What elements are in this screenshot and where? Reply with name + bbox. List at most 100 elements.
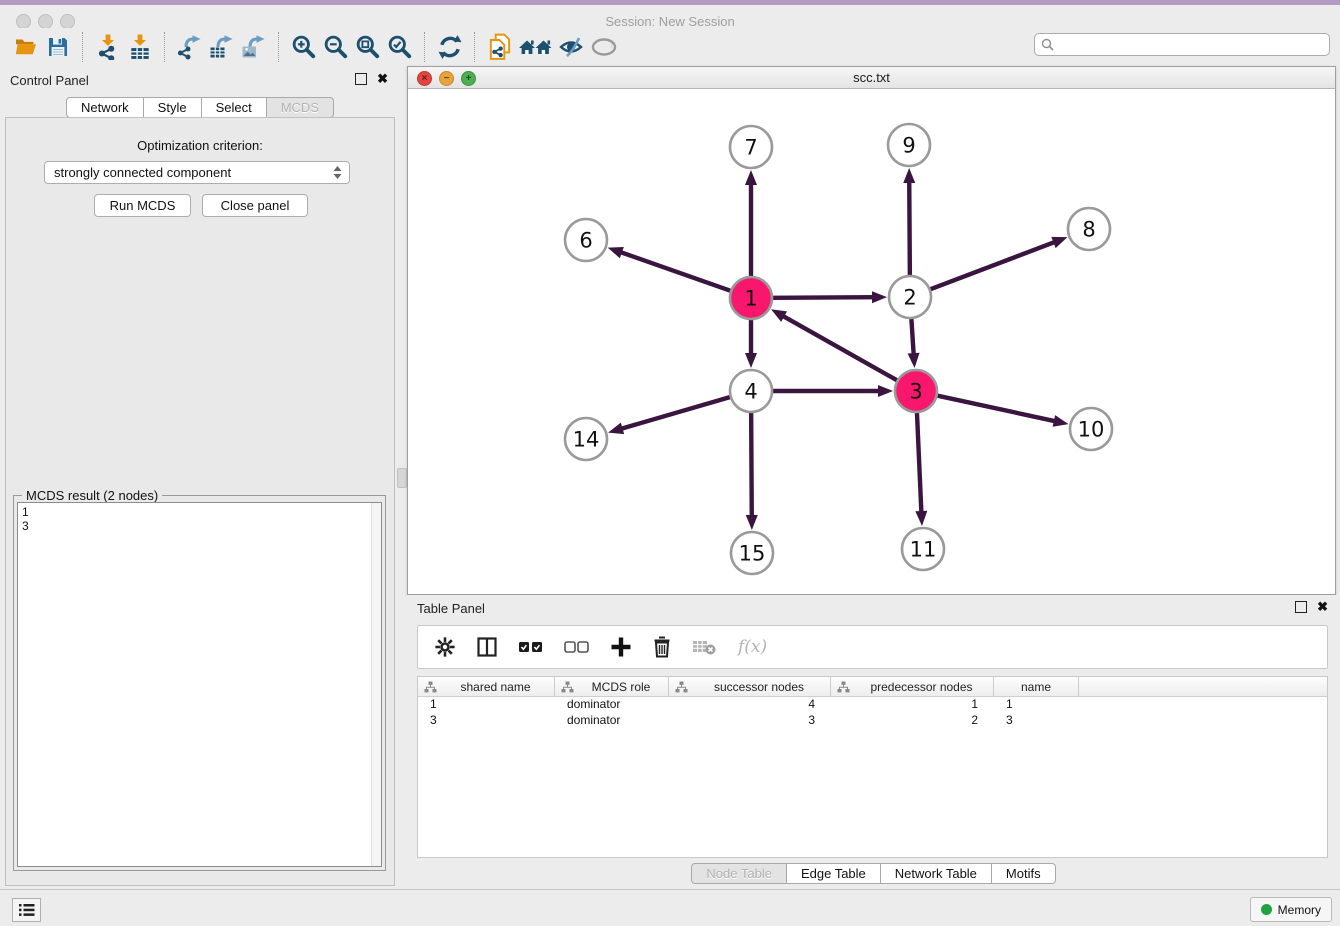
graph-edge-1-6[interactable] <box>619 252 730 291</box>
table-cell[interactable]: 1 <box>418 697 555 713</box>
network-overview-icon[interactable] <box>516 31 556 63</box>
select-all-icon[interactable] <box>518 639 544 655</box>
run-mcds-button[interactable]: Run MCDS <box>94 194 191 217</box>
hide-panels-icon[interactable] <box>556 31 588 63</box>
task-history-button[interactable] <box>12 898 41 922</box>
column-header-MCDS-role[interactable]: MCDS role <box>555 677 669 696</box>
float-panel-icon[interactable] <box>1295 601 1307 613</box>
graph-node-label: 7 <box>744 136 757 160</box>
deselect-all-icon[interactable] <box>564 639 590 655</box>
graph-edge-2-9[interactable] <box>909 180 910 275</box>
zoom-in-icon[interactable] <box>288 31 320 63</box>
show-panels-icon[interactable] <box>588 31 620 63</box>
column-header-label: MCDS role <box>574 680 668 694</box>
graph-node-label: 8 <box>1082 218 1095 242</box>
graph-edge-arrowhead <box>608 247 624 258</box>
tab-network[interactable]: Network <box>66 97 144 118</box>
tab-node-table[interactable]: Node Table <box>691 863 787 884</box>
optimization-criterion-select[interactable]: strongly connected component <box>44 161 350 184</box>
node-table: shared name MCDS rolesuccessor nodesprede… <box>417 676 1328 858</box>
export-network-icon[interactable] <box>174 31 206 63</box>
import-network-icon[interactable] <box>92 31 124 63</box>
table-cell[interactable]: dominator <box>555 697 669 713</box>
network-canvas[interactable]: 7968124314101511 <box>408 89 1335 594</box>
refresh-icon[interactable] <box>434 31 466 63</box>
column-type-icon <box>837 681 850 693</box>
search-input[interactable] <box>1034 33 1330 56</box>
graph-edge-arrowhead <box>745 170 757 185</box>
toolbar-separator <box>164 32 166 62</box>
table-cell[interactable]: 1 <box>831 697 994 713</box>
zoom-selected-icon[interactable] <box>384 31 416 63</box>
status-bar: Memory <box>0 889 1340 926</box>
table-cell[interactable]: 3 <box>418 713 555 729</box>
graph-edge-arrowhead <box>908 353 920 368</box>
vertical-splitter-grip[interactable] <box>397 468 407 488</box>
table-cell[interactable]: 3 <box>994 713 1079 729</box>
mcds-result-group: MCDS result (2 nodes) 1 3 <box>13 495 386 871</box>
export-table-icon[interactable] <box>206 31 238 63</box>
graph-edge-4-14[interactable] <box>620 397 730 429</box>
tab-select[interactable]: Select <box>202 97 267 118</box>
close-panel-button[interactable]: Close panel <box>202 194 308 217</box>
result-scrollbar[interactable] <box>371 503 381 866</box>
graph-edge-2-3[interactable] <box>911 319 913 356</box>
table-panel-tabs: Node TableEdge TableNetwork TableMotifs <box>407 863 1340 884</box>
column-visibility-icon[interactable] <box>476 636 498 658</box>
control-panel-title: Control Panel <box>10 73 89 88</box>
table-cell[interactable]: 3 <box>669 713 831 729</box>
app-titlebar[interactable]: Session: New Session <box>0 5 1340 29</box>
graph-edge-3-10[interactable] <box>937 396 1056 422</box>
memory-label: Memory <box>1278 903 1321 917</box>
table-cell[interactable]: 4 <box>669 697 831 713</box>
graph-node-label: 2 <box>903 286 916 310</box>
memory-button[interactable]: Memory <box>1250 897 1332 922</box>
tab-mcds[interactable]: MCDS <box>267 97 334 118</box>
graph-edge-2-8[interactable] <box>931 241 1057 289</box>
table-cell[interactable]: dominator <box>555 713 669 729</box>
graph-node-label: 6 <box>579 229 592 253</box>
graph-edge-3-1[interactable] <box>781 315 896 380</box>
optimization-criterion-label: Optimization criterion: <box>6 138 394 153</box>
delete-row-icon[interactable] <box>652 636 672 658</box>
close-panel-icon[interactable]: ✖ <box>377 73 388 85</box>
graph-node-label: 11 <box>910 538 937 562</box>
column-header-name[interactable]: name <box>994 677 1079 696</box>
network-window-titlebar[interactable]: × − + scc.txt <box>408 67 1335 89</box>
zoom-out-icon[interactable] <box>320 31 352 63</box>
table-cell[interactable]: 2 <box>831 713 994 729</box>
toolbar-separator <box>424 32 426 62</box>
close-panel-icon[interactable]: ✖ <box>1317 601 1328 613</box>
table-body: 1dominator4113dominator323 <box>418 697 1327 729</box>
graph-edge-1-2[interactable] <box>773 297 875 298</box>
graph-node-label: 1 <box>744 287 757 311</box>
table-row: 3dominator323 <box>418 713 1327 729</box>
mcds-result-text[interactable]: 1 3 <box>17 502 382 867</box>
float-panel-icon[interactable] <box>355 73 367 85</box>
graph-edge-4-15[interactable] <box>751 413 752 518</box>
network-view-window: × − + scc.txt 7968124314101511 <box>407 66 1336 595</box>
tab-motifs[interactable]: Motifs <box>992 863 1056 884</box>
export-image-icon[interactable] <box>238 31 270 63</box>
column-type-icon <box>424 681 437 693</box>
duplicate-network-icon[interactable] <box>484 31 516 63</box>
tab-network-table[interactable]: Network Table <box>881 863 992 884</box>
table-settings-icon[interactable] <box>434 636 456 658</box>
column-header-successor-nodes[interactable]: successor nodes <box>669 677 831 696</box>
add-row-icon[interactable] <box>610 636 632 658</box>
tab-edge-table[interactable]: Edge Table <box>787 863 881 884</box>
import-table-icon[interactable] <box>124 31 156 63</box>
column-header-label: shared name <box>437 680 554 694</box>
tab-style[interactable]: Style <box>144 97 202 118</box>
memory-status-icon <box>1261 904 1272 915</box>
save-session-icon[interactable] <box>42 31 74 63</box>
table-cell[interactable]: 1 <box>994 697 1079 713</box>
column-header-predecessor-nodes[interactable]: predecessor nodes <box>831 677 994 696</box>
graph-node-label: 14 <box>573 428 600 452</box>
open-session-icon[interactable] <box>10 31 42 63</box>
graph-edge-3-11[interactable] <box>917 413 921 514</box>
column-header-shared-name[interactable]: shared name <box>418 677 555 696</box>
graph-node-label: 10 <box>1078 418 1105 442</box>
network-graph: 7968124314101511 <box>408 89 1333 594</box>
zoom-fit-icon[interactable] <box>352 31 384 63</box>
